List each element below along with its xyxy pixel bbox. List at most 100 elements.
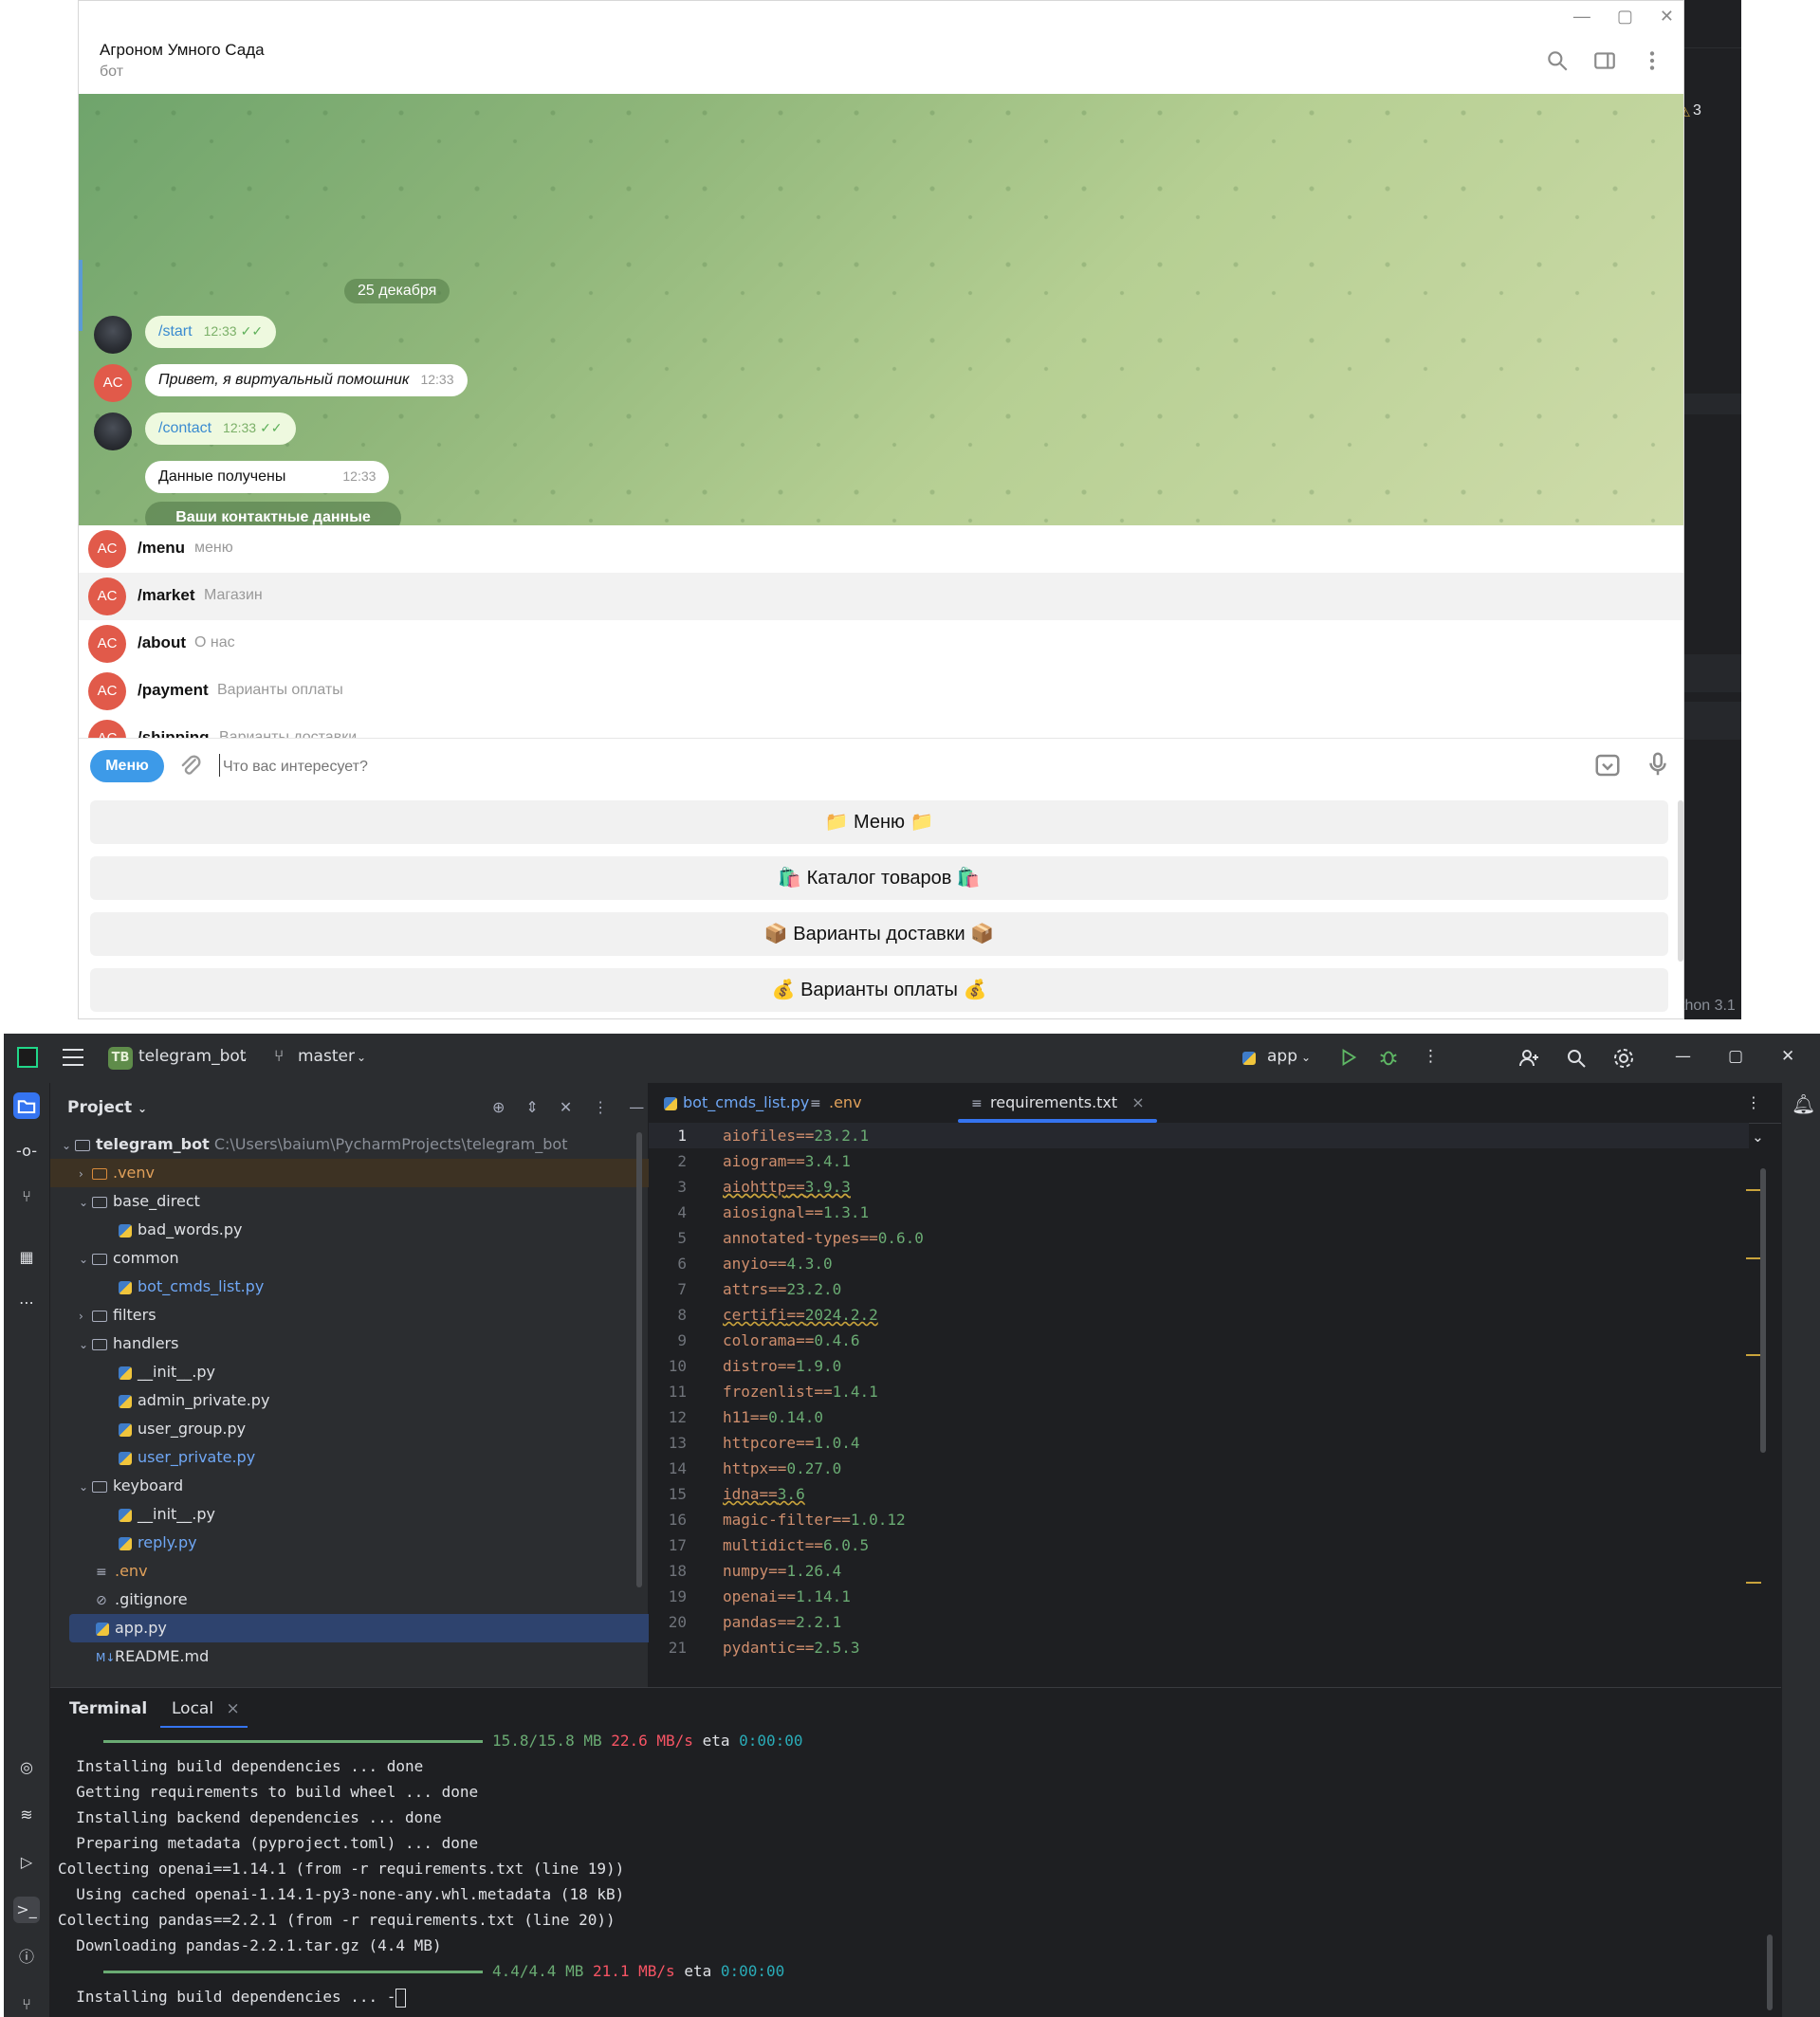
more-vertical-icon[interactable]: ⋮ <box>593 1098 608 1116</box>
tree-folder[interactable]: › .venv <box>50 1159 667 1187</box>
message-outgoing[interactable]: /start 12:33 ✓✓ <box>145 316 277 348</box>
warning-marker[interactable] <box>1746 1189 1761 1191</box>
menu-button[interactable]: Меню <box>90 750 164 782</box>
tree-file[interactable]: admin_private.py <box>50 1386 707 1415</box>
tree-folder[interactable]: ⌄ keyboard <box>50 1472 667 1500</box>
chat-title[interactable]: Агроном Умного Сада <box>100 41 265 60</box>
branch-selector[interactable]: master <box>298 1047 355 1066</box>
bot-avatar[interactable]: AC <box>94 364 132 402</box>
message-outgoing[interactable]: /contact 12:33 ✓✓ <box>145 413 296 445</box>
terminal-icon[interactable]: >_ <box>13 1897 40 1923</box>
structure-icon[interactable]: ▦ <box>13 1244 40 1271</box>
minimize-icon[interactable]: — <box>1573 7 1590 27</box>
tree-folder[interactable]: ⌄ common <box>50 1244 667 1273</box>
more-vertical-icon[interactable]: ⋮ <box>1423 1047 1439 1066</box>
code-area[interactable]: 1 aiofiles==23.2.1 2 aiogram==3.4.1 3 aioht… <box>649 1123 1749 1687</box>
maximize-icon[interactable]: ▢ <box>1728 1047 1743 1066</box>
command-item[interactable]: AC /about О нас <box>79 620 1683 668</box>
notifications-bell-icon[interactable]: 🔔︎ <box>1792 1092 1815 1115</box>
keyboard-button-menu[interactable]: 📁 Меню 📁 <box>90 800 1668 844</box>
tree-folder[interactable]: › filters <box>50 1301 667 1329</box>
attach-icon[interactable] <box>177 752 204 779</box>
run-icon[interactable] <box>1338 1047 1359 1068</box>
chat-area: 25 декабря /start 12:33 ✓✓ AC Привет, я ви… <box>79 94 1683 525</box>
more-tools-icon[interactable]: ⋯ <box>13 1290 40 1316</box>
tree-file[interactable]: user_group.py <box>50 1415 707 1443</box>
tab-requirements[interactable]: ≡ requirements.txt × <box>971 1093 1145 1111</box>
tree-file[interactable]: bad_words.py <box>50 1216 707 1244</box>
search-icon[interactable] <box>1565 1047 1588 1070</box>
warning-marker[interactable] <box>1746 1257 1761 1259</box>
locate-icon[interactable]: ⊕ <box>492 1098 505 1116</box>
warning-marker[interactable] <box>1746 1354 1761 1356</box>
keyboard-toggle-icon[interactable] <box>1593 751 1622 779</box>
sidebar-toggle-icon[interactable] <box>1592 48 1617 73</box>
terminal-scrollbar[interactable] <box>1767 1934 1773 2010</box>
run-config-selector[interactable]: app <box>1267 1047 1297 1066</box>
tree-file[interactable]: __init__.py <box>50 1500 707 1529</box>
tree-file-selected[interactable]: app.py <box>69 1614 665 1642</box>
tree-file[interactable]: reply.py <box>50 1529 707 1557</box>
commit-icon[interactable]: -o- <box>13 1138 40 1164</box>
tree-file[interactable]: ≡ .env <box>50 1557 684 1586</box>
keyboard-button-payment[interactable]: 💰 Варианты оплаты 💰 <box>90 968 1668 1012</box>
project-selector[interactable]: telegram_bot <box>138 1047 246 1066</box>
close-tab-icon[interactable]: × <box>1131 1093 1144 1111</box>
tree-file[interactable]: __init__.py <box>50 1358 707 1386</box>
keyboard-button-delivery[interactable]: 📦 Варианты доставки 📦 <box>90 912 1668 956</box>
warning-marker[interactable] <box>1746 1582 1761 1584</box>
tree-folder[interactable]: ⌄ handlers <box>50 1329 667 1358</box>
python-console-icon[interactable]: ◎ <box>13 1754 40 1781</box>
command-item[interactable]: AC /market Магазин <box>79 573 1683 620</box>
inline-button[interactable]: Ваши контактные данные <box>145 502 401 525</box>
project-panel-title[interactable]: Project ⌄ <box>67 1098 147 1117</box>
project-tool-icon[interactable] <box>13 1092 40 1119</box>
tab-bot-cmds-list[interactable]: bot_cmds_list.py <box>664 1093 809 1111</box>
services-icon[interactable]: ▷ <box>13 1849 40 1876</box>
message-incoming[interactable]: Данные получены 12:33 <box>145 461 390 493</box>
search-icon[interactable] <box>1545 48 1570 73</box>
settings-gear-icon[interactable] <box>1612 1047 1635 1070</box>
add-user-icon[interactable] <box>1517 1047 1540 1070</box>
keyboard-scrollbar[interactable] <box>1678 800 1683 962</box>
close-tab-icon[interactable]: × <box>226 1699 239 1718</box>
debug-icon[interactable] <box>1378 1047 1399 1068</box>
message-input[interactable] <box>221 754 1173 780</box>
minimize-icon[interactable]: — <box>1675 1047 1691 1066</box>
code-line: 10 distro==1.9.0 <box>668 1357 842 1375</box>
tab-env[interactable]: ≡ .env <box>810 1093 862 1111</box>
tree-file[interactable]: ⊘ .gitignore <box>50 1586 684 1614</box>
collapse-all-icon[interactable]: ✕ <box>560 1098 572 1116</box>
user-avatar[interactable] <box>94 316 132 354</box>
command-item[interactable]: AC /payment Варианты оплаты <box>79 668 1683 715</box>
terminal-tab-local[interactable]: Local × <box>172 1699 240 1718</box>
terminal-output[interactable]: 15.8/15.8 MB 22.6 MB/s eta 0:00:00 Insta… <box>50 1728 1776 2017</box>
user-avatar[interactable] <box>94 413 132 450</box>
python-packages-icon[interactable]: ≋ <box>13 1802 40 1828</box>
editor: bot_cmds_list.py ≡ .env ≡ requirements.txt… <box>649 1083 1782 1687</box>
editor-scrollbar[interactable] <box>1760 1168 1766 1453</box>
tree-scrollbar[interactable] <box>636 1132 642 1587</box>
problems-icon[interactable]: ⓘ <box>13 1944 40 1971</box>
tree-folder[interactable]: ⌄ base_direct <box>50 1187 667 1216</box>
command-item[interactable]: AC /shipping Варианты доставки <box>79 715 1683 738</box>
message-incoming[interactable]: Привет, я виртуальный помошник 12:33 <box>145 364 468 396</box>
maximize-icon[interactable]: ▢ <box>1617 7 1633 27</box>
close-icon[interactable]: ✕ <box>1781 1047 1794 1066</box>
hide-panel-icon[interactable]: — <box>629 1098 644 1116</box>
microphone-icon[interactable] <box>1644 750 1672 779</box>
double-check-icon: ✓✓ <box>260 420 283 435</box>
main-menu-icon[interactable] <box>63 1049 83 1066</box>
tree-file[interactable]: user_private.py <box>50 1443 707 1472</box>
more-vertical-icon[interactable] <box>1640 48 1664 73</box>
tree-file[interactable]: bot_cmds_list.py <box>50 1273 707 1301</box>
keyboard-button-catalog[interactable]: 🛍️ Каталог товаров 🛍️ <box>90 856 1668 900</box>
more-vertical-icon[interactable]: ⋮ <box>1746 1093 1761 1111</box>
tree-root[interactable]: ⌄ telegram_bot C:\Users\baium\PycharmProj… <box>50 1130 650 1159</box>
git-icon[interactable]: ⑂ <box>13 1991 40 2017</box>
close-icon[interactable]: ✕ <box>1660 7 1674 27</box>
tree-file[interactable]: M↓README.md <box>50 1642 684 1671</box>
command-item[interactable]: AC /menu меню <box>79 525 1683 573</box>
pull-requests-icon[interactable]: ⑂ <box>13 1183 40 1210</box>
expand-all-icon[interactable]: ⇕ <box>525 1098 538 1116</box>
